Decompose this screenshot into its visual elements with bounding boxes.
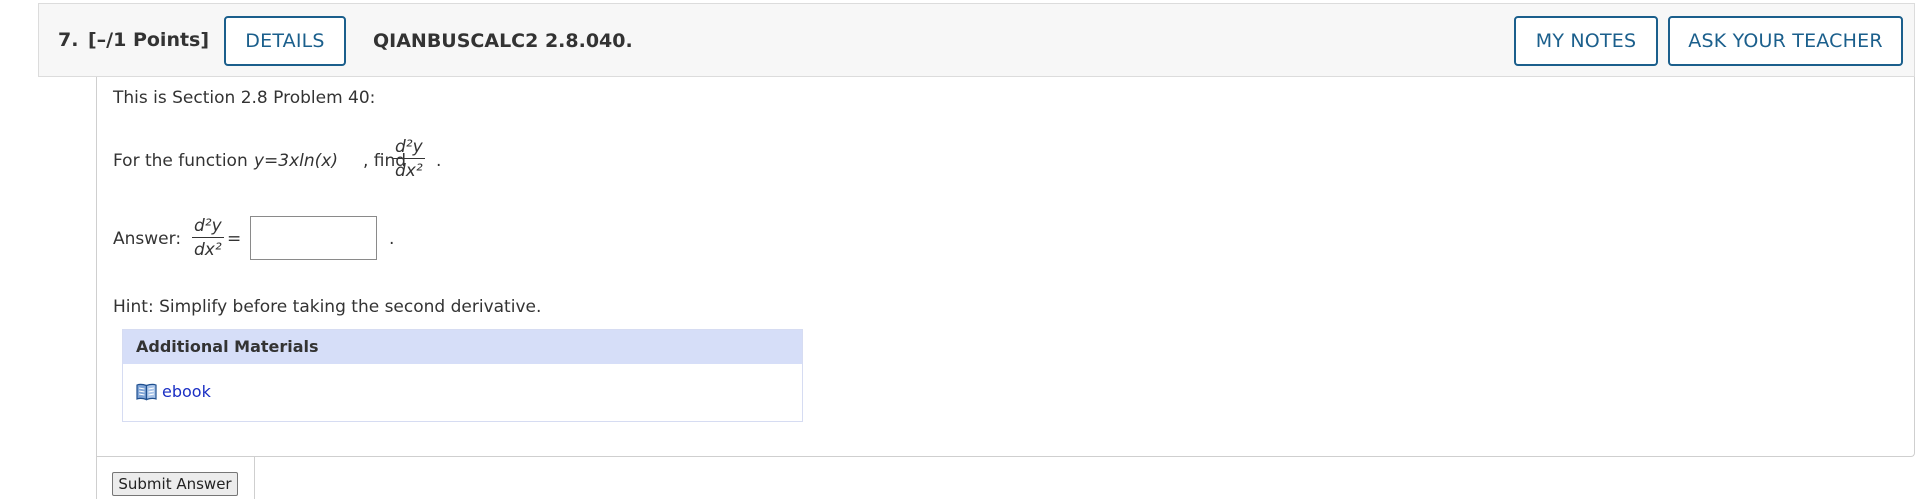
second-derivative-fraction: d²y dx²: [393, 137, 425, 181]
hint-text: Hint: Simplify before taking the second …: [113, 297, 542, 317]
details-button[interactable]: DETAILS: [224, 16, 346, 66]
answer-input[interactable]: [250, 216, 377, 260]
ebook-link-label: ebook: [162, 382, 211, 401]
ask-your-teacher-button[interactable]: ASK YOUR TEACHER: [1668, 16, 1903, 66]
answer-derivative-fraction: d²y dx²: [192, 216, 224, 260]
additional-materials-title: Additional Materials: [123, 330, 802, 364]
function-text: y=3xln(x): [254, 151, 339, 171]
answer-period: .: [389, 229, 395, 249]
question-lead-text: For the function: [113, 151, 248, 171]
question-code: QIANBUSCALC2 2.8.040.: [373, 30, 633, 52]
answer-row: Answer: d²y dx² = .: [113, 216, 513, 266]
additional-materials-panel: Additional Materials ebook: [122, 329, 803, 422]
book-icon: [136, 383, 157, 400]
answer-fraction-numerator: d²y: [194, 216, 222, 236]
submit-area-rule: [254, 456, 255, 499]
submit-answer-button[interactable]: Submit Answer: [112, 472, 238, 496]
question-header: 7. [–/1 Points] DETAILS QIANBUSCALC2 2.8…: [38, 3, 1915, 77]
answer-label: Answer:: [113, 229, 182, 249]
answer-fraction-bar: [192, 237, 224, 238]
ebook-link[interactable]: ebook: [136, 382, 211, 401]
question-number: 7.: [58, 29, 79, 51]
section-intro: This is Section 2.8 Problem 40:: [113, 88, 376, 108]
equals-sign: =: [227, 229, 242, 249]
question-page: 7. [–/1 Points] DETAILS QIANBUSCALC2 2.8…: [0, 0, 1920, 499]
my-notes-button[interactable]: MY NOTES: [1514, 16, 1658, 66]
content-left-rule: [96, 456, 97, 499]
question-period: .: [436, 151, 442, 171]
fraction-denominator: dx²: [395, 161, 423, 181]
fraction-bar: [393, 158, 425, 159]
question-points: [–/1 Points]: [88, 29, 210, 51]
fraction-numerator: d²y: [395, 137, 423, 157]
answer-fraction-denominator: dx²: [194, 240, 222, 260]
function-expression: y=3xln(x): [254, 151, 338, 171]
